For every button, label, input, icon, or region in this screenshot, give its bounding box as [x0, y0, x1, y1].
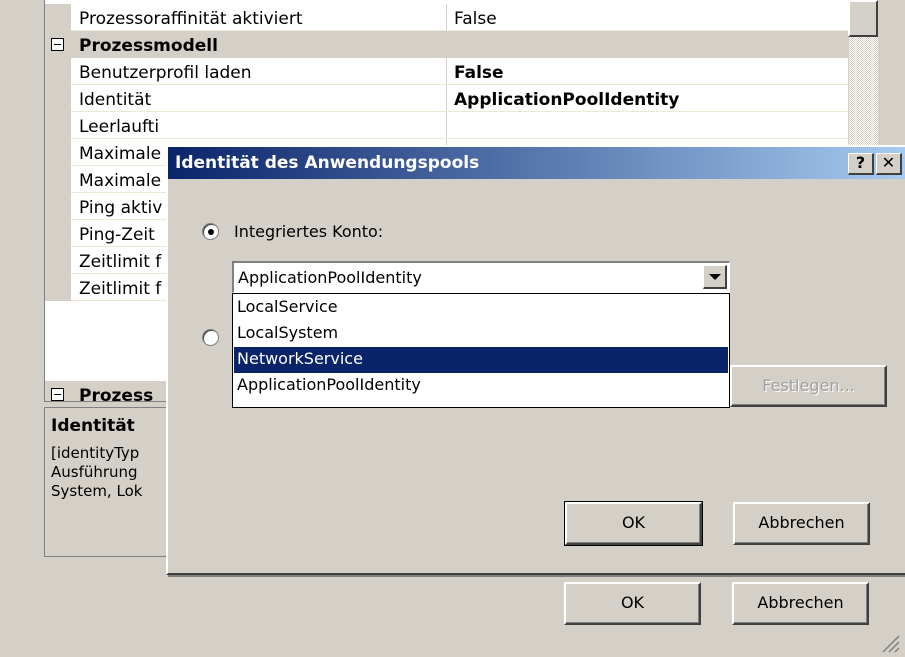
property-name: Identität — [71, 85, 447, 112]
dropdown-option[interactable]: LocalService — [234, 295, 728, 321]
dialog-cancel-button[interactable]: Abbrechen — [733, 502, 870, 545]
close-button[interactable]: ✕ — [876, 153, 902, 175]
collapse-icon[interactable] — [51, 38, 64, 51]
property-value[interactable]: False — [448, 58, 848, 85]
dialog-titlebar[interactable]: Identität des Anwendungspools ? ✕ — [168, 147, 905, 179]
builtin-account-radio[interactable] — [202, 223, 219, 240]
identity-dialog: Identität des Anwendungspools ? ✕ Integr… — [166, 145, 905, 575]
builtin-account-label: Integriertes Konto: — [234, 222, 384, 241]
property-row-identity[interactable]: Identität ApplicationPoolIdentity — [45, 85, 848, 112]
property-row[interactable]: Leerlaufti — [45, 112, 848, 139]
chevron-down-icon[interactable] — [703, 265, 727, 289]
property-name: Prozessoraffinität aktiviert — [71, 4, 447, 31]
resize-grip-icon[interactable] — [877, 630, 901, 654]
help-button[interactable]: ? — [848, 153, 874, 175]
scrollbar-thumb[interactable] — [848, 0, 878, 37]
dialog-title: Identität des Anwendungspools — [175, 153, 480, 173]
category-row-prozessmodell[interactable]: Prozessmodell — [45, 31, 848, 58]
custom-account-radio[interactable] — [202, 329, 219, 346]
category-name: Prozessmodell — [79, 36, 218, 56]
dropdown-option[interactable]: ApplicationPoolIdentity — [234, 373, 728, 399]
account-dropdown-list[interactable]: LocalService LocalSystem NetworkService … — [232, 293, 730, 408]
outer-ok-button[interactable]: OK — [564, 582, 701, 625]
property-row[interactable]: Prozessoraffinität aktiviert False — [45, 4, 848, 31]
dropdown-option[interactable]: LocalSystem — [234, 321, 728, 347]
outer-cancel-button[interactable]: Abbrechen — [732, 582, 869, 625]
set-credentials-button[interactable]: Festlegen... — [730, 365, 887, 407]
combobox-value: ApplicationPoolIdentity — [238, 268, 422, 287]
property-value[interactable]: ApplicationPoolIdentity — [448, 85, 848, 112]
account-combobox[interactable]: ApplicationPoolIdentity — [232, 261, 730, 293]
property-name: Benutzerprofil laden — [71, 58, 447, 85]
property-value[interactable]: False — [448, 4, 848, 31]
collapse-icon[interactable] — [51, 388, 64, 401]
property-row[interactable]: Benutzerprofil laden False — [45, 58, 848, 85]
property-value[interactable] — [448, 112, 848, 139]
dialog-ok-button[interactable]: OK — [564, 501, 703, 546]
dropdown-option-selected[interactable]: NetworkService — [234, 347, 728, 373]
property-name: Leerlaufti — [71, 112, 447, 139]
